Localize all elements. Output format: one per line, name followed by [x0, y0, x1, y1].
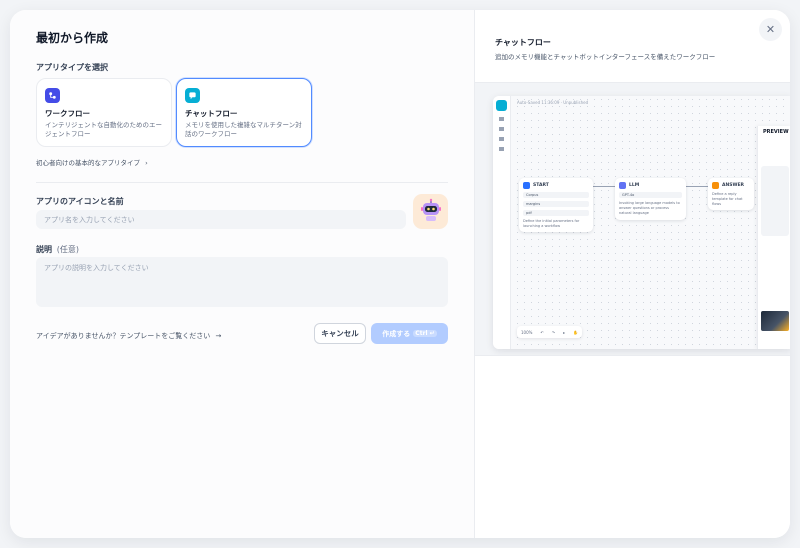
chevron-right-icon: › [145, 159, 148, 167]
undo-icon: ↶ [540, 329, 544, 335]
template-link[interactable]: アイデアがありませんか？テンプレートをご覧ください → [36, 331, 221, 341]
workflow-icon [45, 88, 60, 103]
chat-bubble [761, 166, 789, 236]
app-name-input[interactable]: アプリ名を入力してください [36, 210, 406, 229]
app-type-desc: メモリを使用した複雑なマルチターン対話のワークフロー [185, 121, 302, 138]
canvas-topbar-text: Auto-Saved 11:36:09 · Unpublished [517, 100, 589, 105]
hand-icon: ✋ [573, 329, 579, 335]
llm-icon [619, 182, 626, 189]
node-text: Define the initial parameters for launch… [523, 219, 580, 228]
app-type-chatflow[interactable]: チャットフロー メモリを使用した複雑なマルチターン対話のワークフロー [176, 78, 312, 147]
node-text: Invoking large language models to answer… [619, 201, 680, 215]
node-row: Corpus [523, 192, 589, 198]
description-textarea[interactable]: アプリの説明を入力してください [36, 257, 448, 307]
node-header: ANSWER [712, 182, 750, 189]
edge [686, 186, 708, 187]
node-title: LLM [629, 183, 640, 188]
edge [593, 186, 615, 187]
redo-icon: ↷ [551, 329, 556, 335]
preview-label: PREVIEW [763, 129, 789, 135]
nav-icons [499, 117, 504, 157]
arrow-right-icon: → [215, 332, 222, 340]
chat-preview-panel: PREVIEW [757, 126, 790, 349]
answer-node: ANSWER Define a reply template for chat … [708, 178, 754, 210]
zoom-level: 100% [521, 329, 533, 335]
node-title: START [533, 183, 549, 188]
chatflow-icon [185, 88, 200, 103]
node-header: LLM [619, 182, 682, 189]
cancel-button[interactable]: キャンセル [314, 323, 366, 344]
workflow-preview-image: Auto-Saved 11:36:09 · Unpublished START … [493, 96, 790, 349]
llm-node: LLM GPT-4o Invoking large language model… [615, 178, 686, 220]
node-header: START [523, 182, 589, 189]
node-title: ANSWER [722, 183, 744, 188]
start-icon [523, 182, 530, 189]
app-type-name: チャットフロー [185, 109, 238, 118]
node-row: GPT-4o [619, 192, 682, 198]
preview-thumbnail [761, 311, 789, 331]
app-type-desc: インテリジェントな自動化のためのエージェントフロー [45, 121, 162, 138]
robot-icon [419, 198, 443, 226]
answer-icon [712, 182, 719, 189]
app-icon-picker[interactable] [413, 194, 448, 229]
app-type-name: ワークフロー [45, 109, 90, 118]
pointer-icon: ▸ [563, 329, 566, 335]
create-button[interactable]: 作成する Ctrl ↵ [371, 323, 448, 344]
divider [36, 182, 448, 183]
create-button-label: 作成する [382, 329, 411, 338]
start-node: START Corpus margins pdf Define the init… [519, 178, 593, 232]
canvas-sidebar [493, 96, 511, 349]
description-label-text: 説明 [36, 245, 52, 254]
basic-app-types-label: 初心者向けの基本的なアプリタイプ [36, 159, 140, 167]
app-type-workflow[interactable]: ワークフロー インテリジェントな自動化のためのエージェントフロー [36, 78, 172, 147]
canvas-toolbar: 100% ↶ ↷ ▸ ✋ [517, 326, 583, 338]
optional-tag: (任意) [56, 245, 80, 254]
preview-description: 追加のメモリ機能とチャットボットインターフェースを備えたワークフロー [495, 53, 716, 61]
create-app-dialog: 最初から作成 アプリタイプを選択 ワークフロー インテリジェントな自動化のための… [10, 10, 790, 538]
basic-app-types-link[interactable]: 初心者向けの基本的なアプリタイプ › [36, 157, 148, 167]
node-row: margins [523, 201, 589, 207]
preview-canvas-area: Auto-Saved 11:36:09 · Unpublished START … [475, 82, 790, 356]
shortcut-hint: Ctrl ↵ [413, 330, 437, 337]
preview-panel: チャットフロー 追加のメモリ機能とチャットボットインターフェースを備えたワークフ… [474, 10, 790, 538]
icon-name-label: アプリのアイコンと名前 [36, 197, 124, 206]
close-button[interactable]: ✕ [759, 18, 782, 41]
app-logo-icon [496, 100, 507, 111]
preview-title: チャットフロー [495, 38, 551, 47]
template-link-label: アイデアがありませんか？テンプレートをご覧ください [36, 332, 211, 340]
node-row: pdf [523, 210, 589, 216]
node-text: Define a reply template for chat flows [712, 192, 743, 206]
form-panel: 最初から作成 アプリタイプを選択 ワークフロー インテリジェントな自動化のための… [10, 10, 474, 538]
close-icon: ✕ [765, 23, 776, 36]
dialog-title: 最初から作成 [36, 31, 109, 45]
description-label: 説明 (任意) [36, 244, 79, 255]
app-type-label: アプリタイプを選択 [36, 63, 108, 72]
